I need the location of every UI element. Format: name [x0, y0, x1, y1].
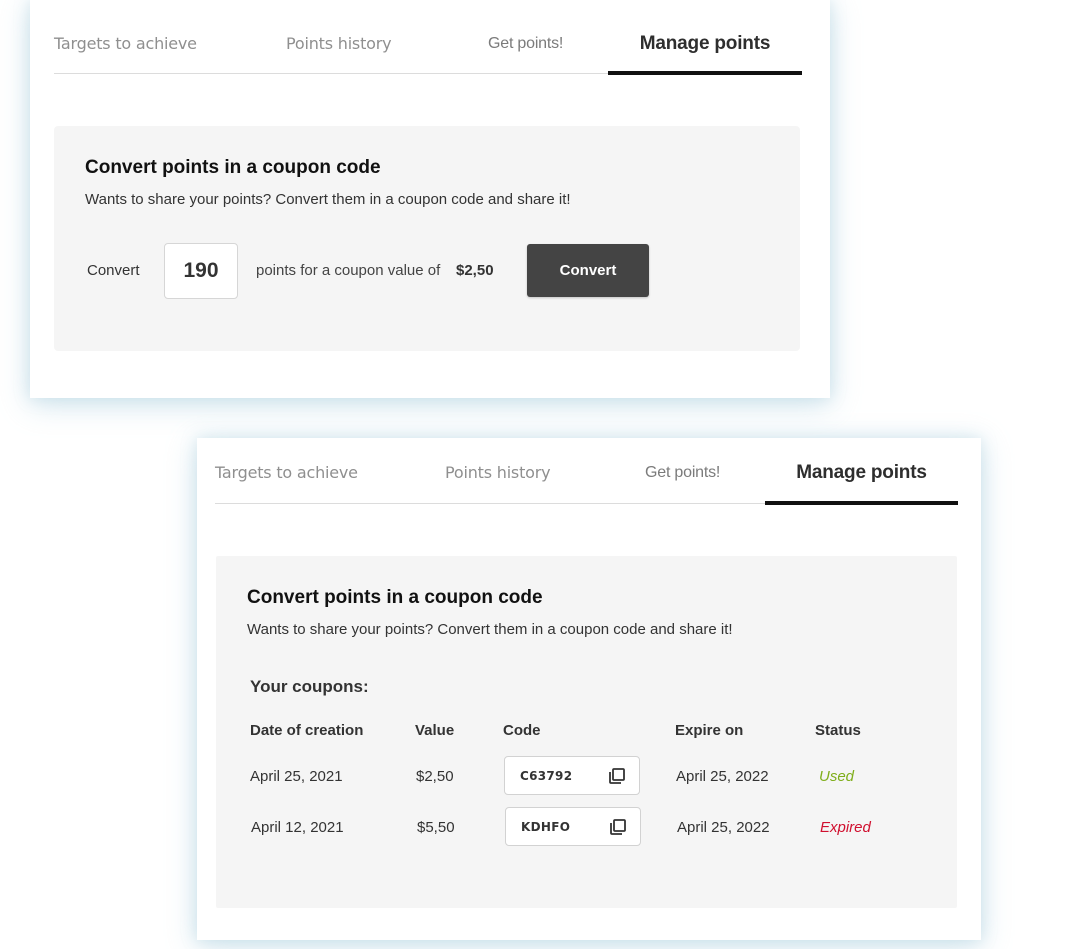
coupon-value-description: points for a coupon value of [256, 262, 441, 279]
coupon-code-field[interactable]: C63792 [504, 756, 640, 795]
column-header-code: Code [503, 722, 541, 739]
table-row: April 12, 2021 $5,50 KDHFO April 25, 202… [250, 807, 930, 847]
panel-subtitle: Wants to share your points? Convert them… [85, 191, 571, 208]
points-input[interactable] [164, 243, 238, 299]
table-row: April 25, 2021 $2,50 C63792 April 25, 20… [250, 756, 930, 796]
manage-points-card-coupons: Targets to achieve Points history Get po… [197, 438, 981, 940]
panel-title: Convert points in a coupon code [247, 587, 543, 608]
status-badge-expired: Expired [820, 819, 871, 836]
cell-date: April 25, 2021 [250, 768, 343, 785]
column-header-value: Value [415, 722, 455, 739]
tab-bar: Targets to achieve Points history Get po… [215, 438, 958, 505]
coupons-panel: Convert points in a coupon code Wants to… [216, 556, 957, 908]
cell-value: $5,50 [417, 819, 455, 836]
convert-panel: Convert points in a coupon code Wants to… [54, 126, 800, 351]
convert-label: Convert [87, 262, 140, 279]
copy-icon[interactable] [608, 767, 626, 785]
coupon-code-field[interactable]: KDHFO [505, 807, 641, 846]
cell-value: $2,50 [416, 768, 454, 785]
tab-points-history[interactable]: Points history [445, 438, 645, 503]
tab-targets-to-achieve[interactable]: Targets to achieve [215, 438, 445, 503]
column-header-expire: Expire on [675, 722, 744, 739]
coupons-heading: Your coupons: [250, 677, 369, 696]
tab-manage-points[interactable]: Manage points [608, 0, 802, 75]
copy-icon[interactable] [609, 818, 627, 836]
tab-points-history[interactable]: Points history [286, 0, 488, 73]
panel-title: Convert points in a coupon code [85, 157, 381, 178]
tab-manage-points[interactable]: Manage points [765, 438, 958, 505]
convert-row: Convert points for a coupon value of $2,… [87, 243, 787, 299]
convert-button[interactable]: Convert [527, 244, 649, 297]
coupon-code: C63792 [520, 769, 573, 783]
tab-bar: Targets to achieve Points history Get po… [54, 0, 802, 75]
tab-get-points[interactable]: Get points! [488, 0, 608, 73]
column-header-status: Status [815, 722, 861, 739]
column-header-date: Date of creation [250, 722, 364, 739]
coupon-code: KDHFO [521, 820, 571, 834]
tab-get-points[interactable]: Get points! [645, 438, 765, 503]
cell-expire: April 25, 2022 [677, 819, 770, 836]
panel-subtitle: Wants to share your points? Convert them… [247, 621, 733, 638]
cell-expire: April 25, 2022 [676, 768, 769, 785]
cell-date: April 12, 2021 [251, 819, 344, 836]
tab-targets-to-achieve[interactable]: Targets to achieve [54, 0, 286, 73]
coupon-value: $2,50 [456, 262, 494, 279]
manage-points-card-convert: Targets to achieve Points history Get po… [30, 0, 830, 398]
status-badge-used: Used [819, 768, 855, 785]
